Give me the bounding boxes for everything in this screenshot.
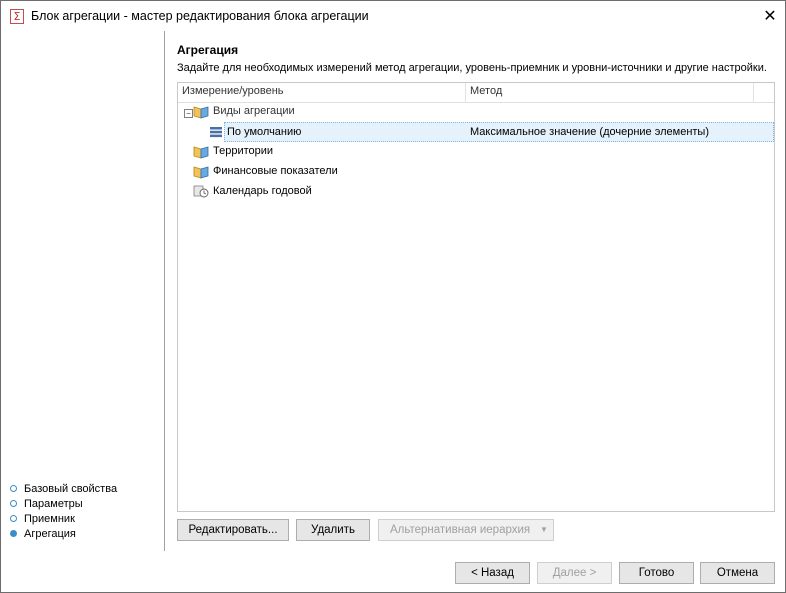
nav-step-label: Параметры	[24, 498, 83, 510]
calendar-dictionary-icon	[193, 185, 209, 198]
collapse-icon[interactable]: −	[184, 109, 193, 118]
nav-step-label: Базовый свойства	[24, 483, 118, 495]
tree-row-label: Виды агрегации	[213, 105, 295, 117]
sigma-app-icon: Σ	[10, 9, 24, 24]
nav-step-aggregation[interactable]: Агрегация	[10, 527, 76, 542]
column-separator[interactable]	[753, 83, 754, 102]
column-header-method[interactable]: Метод	[470, 85, 502, 97]
tree-row-label: Финансовые показатели	[213, 165, 338, 177]
tree-row-default-level[interactable]: По умолчанию Максимальное значение (доче…	[210, 122, 774, 142]
page-description: Задайте для необходимых измерений метод …	[177, 62, 767, 74]
step-dot-icon	[10, 514, 17, 522]
grid-header: Измерение/уровень Метод	[178, 83, 774, 103]
step-dot-active-icon	[10, 529, 17, 537]
column-separator[interactable]	[465, 83, 466, 102]
window-title: Блок агрегации - мастер редактирования б…	[31, 9, 369, 23]
tree-row-territories[interactable]: Территории	[178, 142, 774, 162]
nav-step-parameters[interactable]: Параметры	[10, 497, 83, 512]
alternative-hierarchy-label: Альтернативная иерархия	[390, 524, 531, 536]
tree-row-calendar[interactable]: Календарь годовой	[178, 182, 774, 202]
nav-step-label: Агрегация	[24, 528, 76, 540]
title-bar: Σ Блок агрегации - мастер редактирования…	[1, 1, 785, 31]
page-title: Агрегация	[177, 43, 239, 57]
close-button[interactable]: ✕	[755, 2, 785, 30]
next-button[interactable]: Далее >	[537, 562, 612, 584]
dictionary-icon	[193, 106, 209, 119]
nav-divider	[164, 31, 165, 551]
finish-button[interactable]: Готово	[619, 562, 694, 584]
nav-step-receiver[interactable]: Приемник	[10, 512, 75, 527]
tree-row-label: По умолчанию	[227, 126, 302, 138]
alternative-hierarchy-button[interactable]: Альтернативная иерархия ▼	[378, 519, 554, 541]
delete-button[interactable]: Удалить	[296, 519, 370, 541]
step-dot-icon	[10, 499, 17, 507]
edit-button[interactable]: Редактировать...	[177, 519, 289, 541]
wizard-steps: Базовый свойства Параметры Приемник Агре…	[1, 31, 164, 551]
tree-row-financial-indicators[interactable]: Финансовые показатели	[178, 162, 774, 182]
dictionary-icon	[193, 146, 209, 159]
cancel-button[interactable]: Отмена	[700, 562, 775, 584]
dictionary-icon	[193, 166, 209, 179]
level-icon	[210, 127, 222, 138]
back-button[interactable]: < Назад	[455, 562, 530, 584]
tree-row-label: Календарь годовой	[213, 185, 312, 197]
tree-row-aggregation-types[interactable]: − Виды агрегации	[178, 102, 774, 122]
wizard-window: Σ Блок агрегации - мастер редактирования…	[0, 0, 786, 593]
step-dot-icon	[10, 484, 17, 492]
dropdown-arrow-icon[interactable]: ▼	[535, 520, 553, 540]
aggregation-tree-grid[interactable]: Измерение/уровень Метод − Виды агрегации…	[177, 82, 775, 512]
nav-step-label: Приемник	[24, 513, 75, 525]
column-header-dimension[interactable]: Измерение/уровень	[182, 85, 284, 97]
tree-row-method: Максимальное значение (дочерние элементы…	[470, 126, 710, 138]
nav-step-base-properties[interactable]: Базовый свойства	[10, 482, 117, 497]
tree-row-label: Территории	[213, 145, 274, 157]
